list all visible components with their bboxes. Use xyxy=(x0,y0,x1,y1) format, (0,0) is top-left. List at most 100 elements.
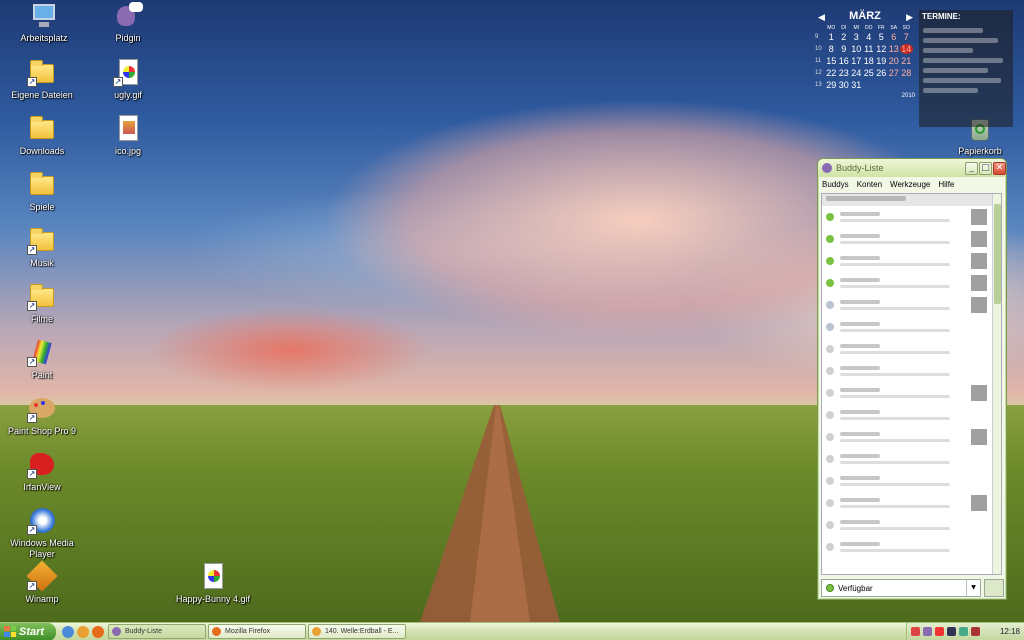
calendar-day[interactable]: 23 xyxy=(838,68,851,78)
calendar-day[interactable]: 30 xyxy=(838,80,851,90)
calendar-day[interactable]: 8 xyxy=(825,44,838,54)
buddy-row[interactable] xyxy=(822,338,1001,360)
desktop-icon-musik[interactable]: ↗ Musik xyxy=(0,227,84,269)
calendar-day[interactable]: 1 xyxy=(825,32,838,42)
desktop-icon-windows-media-player[interactable]: ↗ Windows Media Player xyxy=(0,507,84,560)
calendar-day[interactable]: 27 xyxy=(888,68,901,78)
winamp-quick-icon[interactable] xyxy=(77,625,89,638)
calendar-day[interactable]: 6 xyxy=(888,32,901,42)
buddy-row[interactable] xyxy=(822,382,1001,404)
tray-icon[interactable] xyxy=(947,627,956,636)
buddy-row[interactable] xyxy=(822,492,1001,514)
buddy-group-header[interactable] xyxy=(822,194,1001,206)
buddy-row[interactable] xyxy=(822,206,1001,228)
calendar-day[interactable]: 3 xyxy=(850,32,863,42)
offline-status-icon xyxy=(826,389,834,397)
menu-buddys[interactable]: Buddys xyxy=(822,180,849,189)
calendar-day[interactable]: 17 xyxy=(850,56,863,66)
desktop-icon-filme[interactable]: ↗ Filme xyxy=(0,283,84,325)
desktop-icon-eigene-dateien[interactable]: ↗ Eigene Dateien xyxy=(0,59,84,101)
calendar-day[interactable]: 9 xyxy=(838,44,851,54)
calendar-day[interactable]: 4 xyxy=(863,32,876,42)
desktop-icon-happy-bunny-gif[interactable]: Happy-Bunny 4.gif xyxy=(171,563,255,605)
window-titlebar[interactable]: Buddy-Liste _ □ ✕ xyxy=(818,159,1006,177)
chevron-down-icon[interactable]: ▼ xyxy=(966,580,980,596)
desktop-icon-pidgin[interactable]: Pidgin xyxy=(86,2,170,44)
buddy-name xyxy=(840,388,950,398)
buddy-name xyxy=(840,476,950,486)
start-button[interactable]: Start xyxy=(0,622,56,640)
desktop-icon-irfanview[interactable]: ↗ IrfanView xyxy=(0,451,84,493)
status-selector[interactable]: Verfügbar ▼ xyxy=(821,579,981,597)
tray-icon[interactable] xyxy=(923,627,932,636)
buddy-row[interactable] xyxy=(822,250,1001,272)
firefox-icon[interactable] xyxy=(92,625,104,638)
calendar-day[interactable]: 31 xyxy=(850,80,863,90)
buddy-row[interactable] xyxy=(822,426,1001,448)
tray-icon[interactable] xyxy=(971,627,980,636)
calendar-day[interactable]: 29 xyxy=(825,80,838,90)
desktop-icon-paint[interactable]: ↗ Paint xyxy=(0,339,84,381)
calendar-day[interactable]: 14 xyxy=(900,44,913,54)
buddy-row[interactable] xyxy=(822,316,1001,338)
minimize-button[interactable]: _ xyxy=(965,161,978,175)
buddy-row[interactable] xyxy=(822,272,1001,294)
buddy-row[interactable] xyxy=(822,470,1001,492)
calendar-day[interactable]: 28 xyxy=(900,68,913,78)
prev-month-arrow-icon[interactable]: ◀ xyxy=(818,12,825,23)
calendar-day[interactable]: 10 xyxy=(850,44,863,54)
calendar-day[interactable]: 19 xyxy=(875,56,888,66)
desktop-icon-paint-shop-pro[interactable]: ↗ Paint Shop Pro 9 xyxy=(0,395,84,437)
desktop-icon-spiele[interactable]: Spiele xyxy=(0,171,84,213)
calendar-day[interactable]: 13 xyxy=(888,44,901,54)
buddy-row[interactable] xyxy=(822,536,1001,558)
buddy-row[interactable] xyxy=(822,448,1001,470)
tray-icon[interactable] xyxy=(911,627,920,636)
calendar-day[interactable]: 22 xyxy=(825,68,838,78)
calendar-day[interactable]: 20 xyxy=(888,56,901,66)
calendar-week-row: 13 29 30 31 xyxy=(815,79,915,91)
calendar-day[interactable]: 12 xyxy=(875,44,888,54)
menu-werkzeuge[interactable]: Werkzeuge xyxy=(890,180,930,189)
menu-hilfe[interactable]: Hilfe xyxy=(938,180,954,189)
ie-icon[interactable] xyxy=(62,625,74,638)
tray-icon[interactable] xyxy=(959,627,968,636)
calendar-day[interactable]: 7 xyxy=(900,32,913,42)
calendar-day[interactable]: 11 xyxy=(863,44,876,54)
calendar-day[interactable]: 5 xyxy=(875,32,888,42)
calendar-day[interactable]: 25 xyxy=(863,68,876,78)
status-extra-button[interactable] xyxy=(984,579,1004,597)
calendar-day[interactable]: 24 xyxy=(850,68,863,78)
task-buddy-liste[interactable]: Buddy-Liste xyxy=(108,624,206,639)
scrollbar[interactable] xyxy=(992,194,1001,574)
task-winamp[interactable]: 140. Welle:Erdball - E... xyxy=(308,624,406,639)
computer-icon xyxy=(29,2,59,30)
close-button[interactable]: ✕ xyxy=(993,161,1006,175)
icon-label: Paint xyxy=(31,370,53,380)
tray-icon[interactable] xyxy=(935,627,944,636)
calendar-day[interactable]: 15 xyxy=(825,56,838,66)
menu-konten[interactable]: Konten xyxy=(857,180,882,189)
calendar-day[interactable]: 21 xyxy=(900,56,913,66)
folder-icon: ↗ xyxy=(27,283,57,311)
buddy-row[interactable] xyxy=(822,228,1001,250)
calendar-day[interactable]: 2 xyxy=(838,32,851,42)
desktop-icon-ugly-gif[interactable]: ↗ ugly.gif xyxy=(86,59,170,101)
calendar-day[interactable]: 26 xyxy=(875,68,888,78)
buddy-row[interactable] xyxy=(822,294,1001,316)
desktop-icon-ico-jpg[interactable]: ico.jpg xyxy=(86,115,170,157)
buddy-row[interactable] xyxy=(822,360,1001,382)
calendar-day[interactable]: 18 xyxy=(863,56,876,66)
buddy-row[interactable] xyxy=(822,514,1001,536)
buddy-name xyxy=(840,234,950,244)
desktop-icon-winamp[interactable]: ↗ Winamp xyxy=(0,560,84,605)
buddy-list[interactable] xyxy=(821,193,1002,575)
calendar-day[interactable]: 16 xyxy=(838,56,851,66)
next-month-arrow-icon[interactable]: ▶ xyxy=(906,12,913,23)
desktop-icon-arbeitsplatz[interactable]: Arbeitsplatz xyxy=(2,2,86,44)
task-firefox[interactable]: Mozilla Firefox xyxy=(208,624,306,639)
buddy-row[interactable] xyxy=(822,404,1001,426)
desktop-icon-downloads[interactable]: Downloads xyxy=(0,115,84,157)
maximize-button[interactable]: □ xyxy=(979,161,992,175)
folder-icon: ↗ xyxy=(27,227,57,255)
